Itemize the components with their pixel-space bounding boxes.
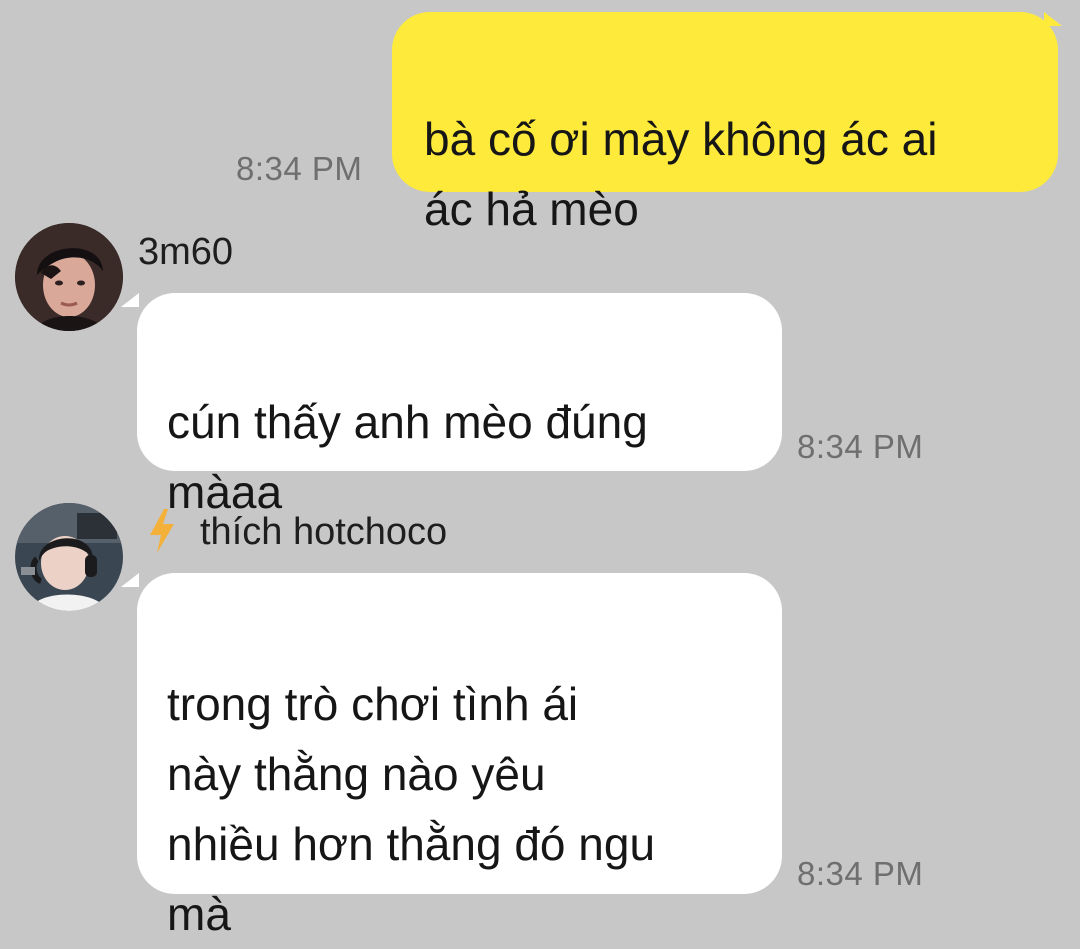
bubble-tail [121, 573, 139, 587]
message-bubble[interactable]: bà cố ơi mày không ác ai ác hả mèo [392, 12, 1058, 235]
message-bubble[interactable]: trong trò chơi tình ái này thằng nào yêu… [137, 573, 782, 940]
message-incoming[interactable]: thích hotchoco trong trò chơi tình ái nà… [0, 495, 1080, 940]
message-text: trong trò chơi tình ái này thằng nào yêu… [167, 678, 656, 940]
lightning-bolt-icon [148, 509, 176, 553]
bubble-tail [121, 293, 139, 307]
message-incoming[interactable]: 3m60 cún thấy anh mèo đúng màaa 8:34 PM [0, 215, 1080, 518]
message-bubble[interactable]: cún thấy anh mèo đúng màaa [137, 293, 782, 518]
sender-name: thích hotchoco [200, 511, 448, 553]
avatar-3m60[interactable] [15, 223, 123, 331]
message-outgoing[interactable]: 8:34 PM bà cố ơi mày không ác ai ác hả m… [0, 0, 1080, 235]
avatar-hotchoco[interactable] [15, 503, 123, 611]
message-timestamp: 8:34 PM [797, 428, 924, 465]
message-timestamp: 8:34 PM [236, 150, 363, 187]
chat-thread[interactable]: 8:34 PM bà cố ơi mày không ác ai ác hả m… [0, 0, 1080, 940]
bubble-tail [1044, 12, 1062, 26]
message-timestamp: 8:34 PM [797, 855, 924, 892]
sender-name: 3m60 [138, 231, 234, 273]
